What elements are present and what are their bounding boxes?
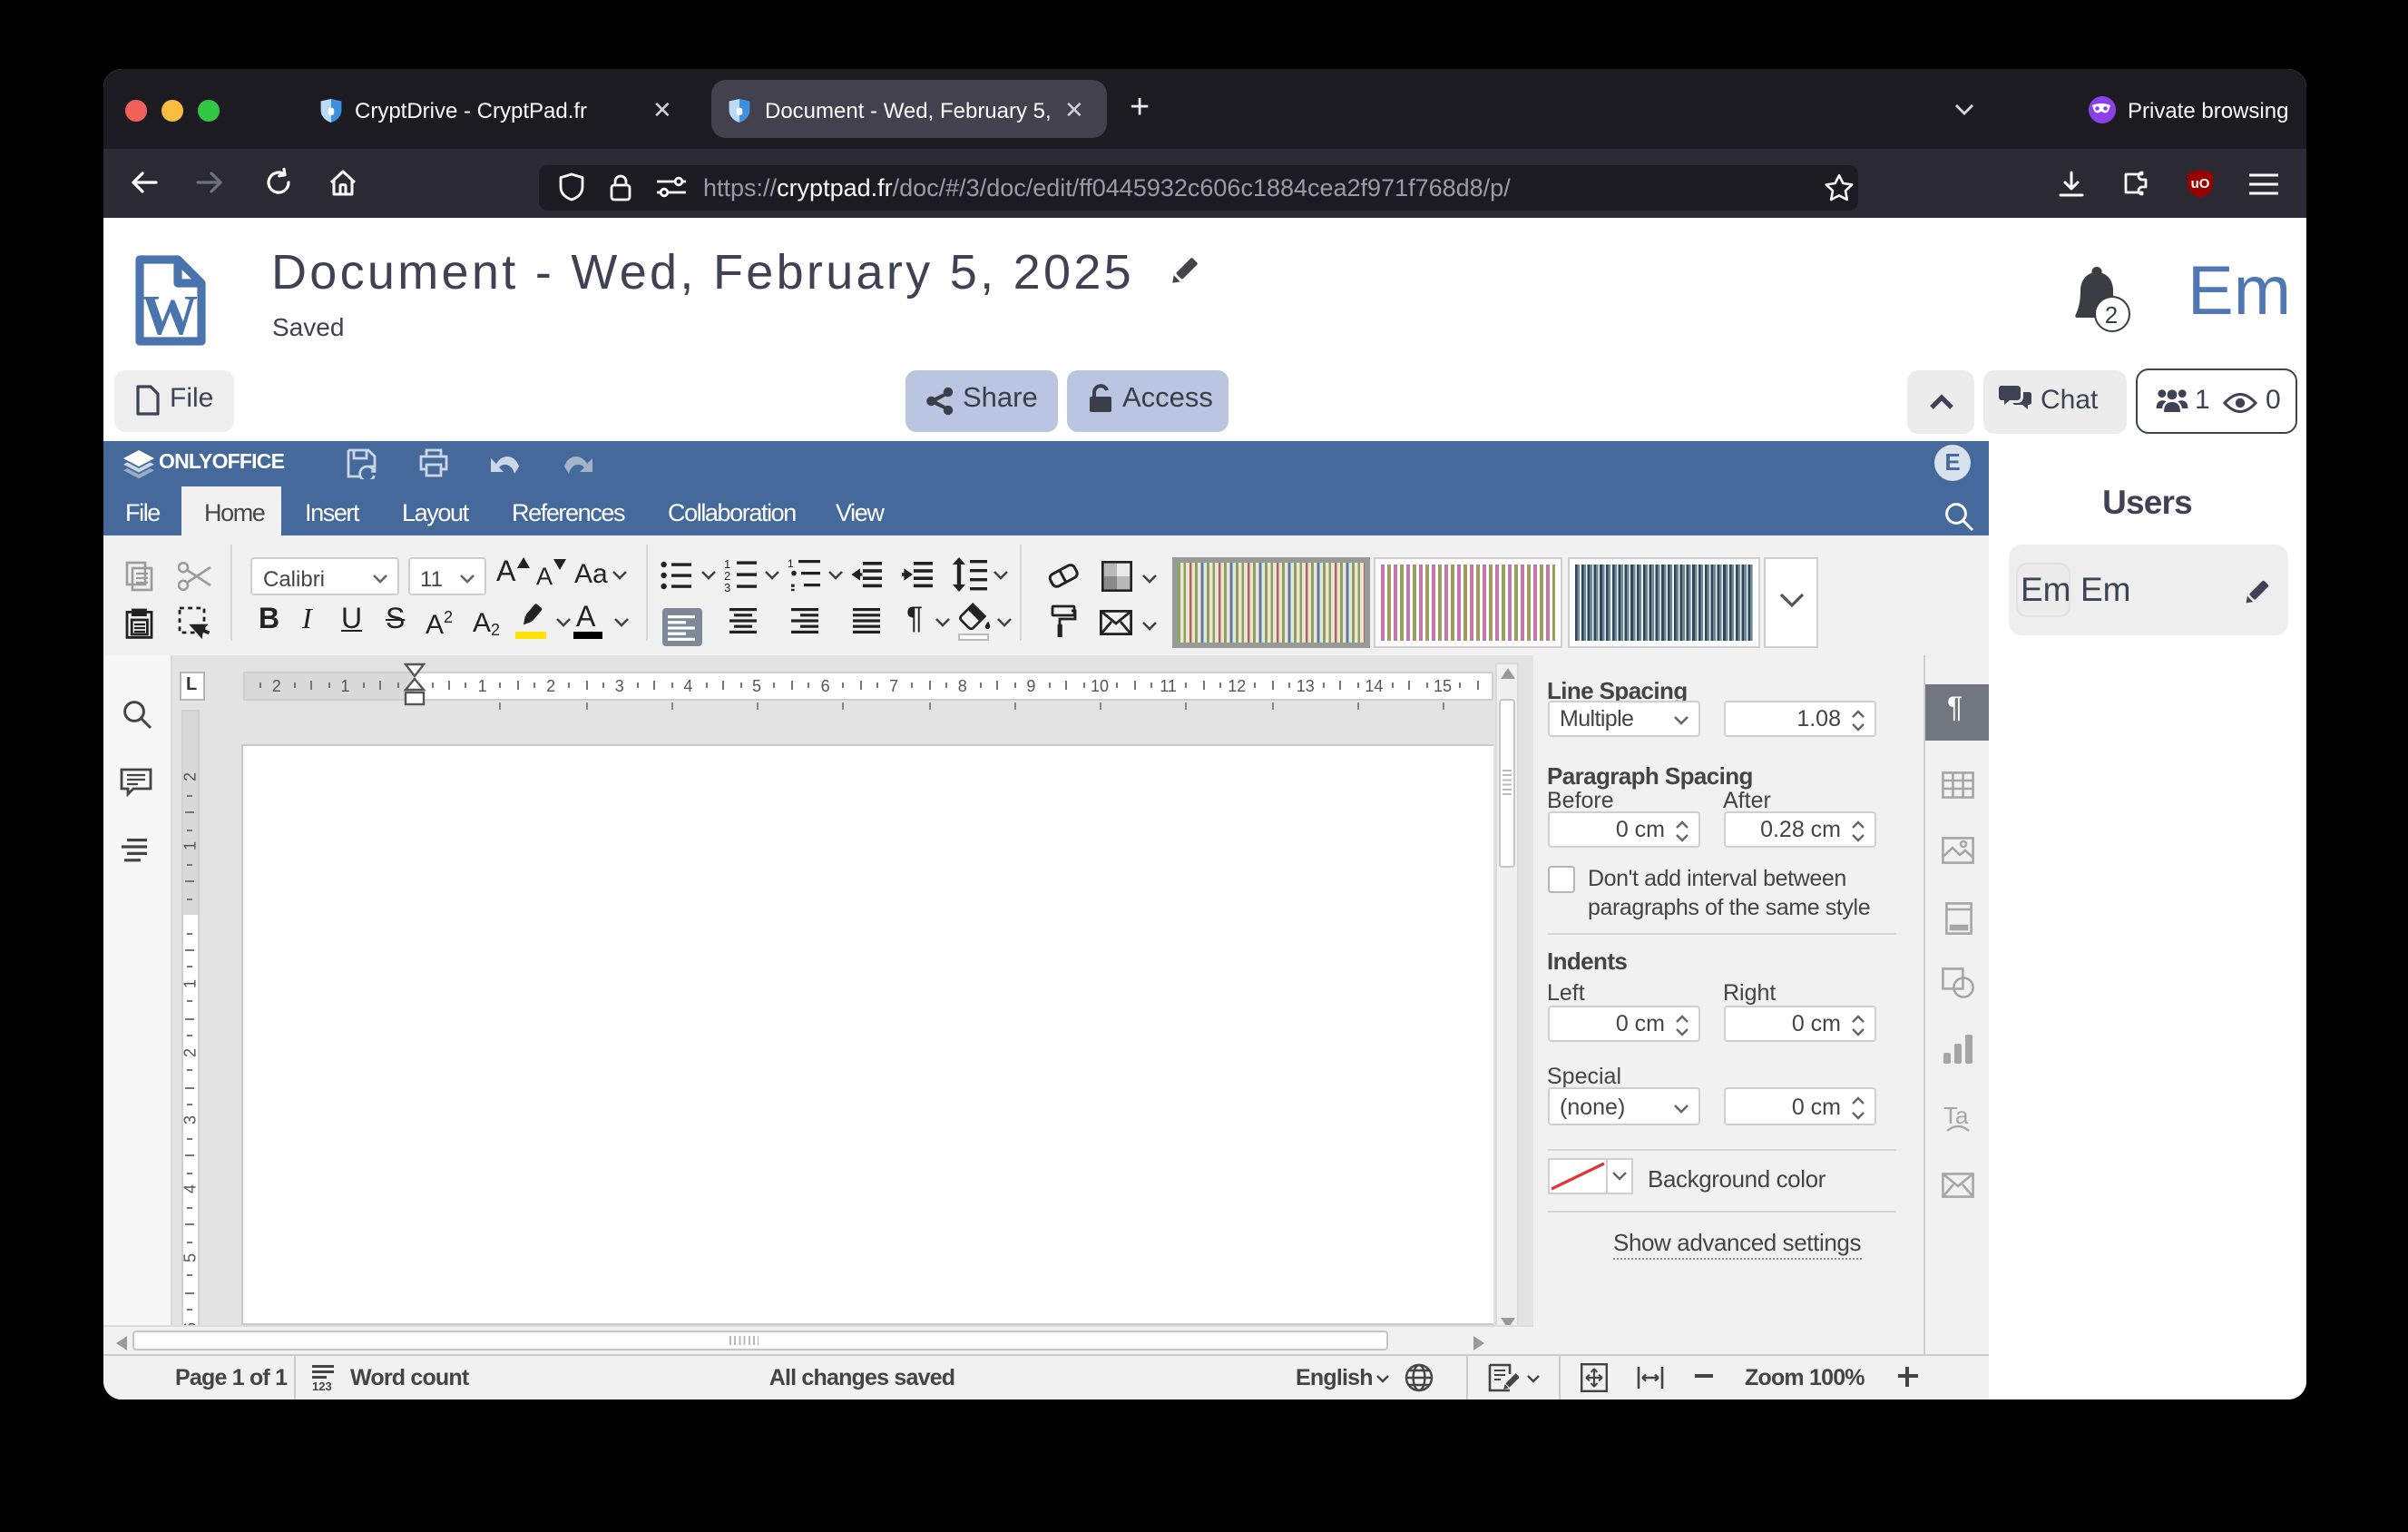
svg-text:uO: uO: [2190, 175, 2209, 191]
svg-text:1: 1: [787, 557, 793, 570]
svg-text:Ta: Ta: [1943, 1102, 1968, 1129]
svg-text:123: 123: [312, 1379, 332, 1390]
svg-text:3: 3: [724, 581, 730, 592]
svg-text:W: W: [142, 284, 198, 346]
